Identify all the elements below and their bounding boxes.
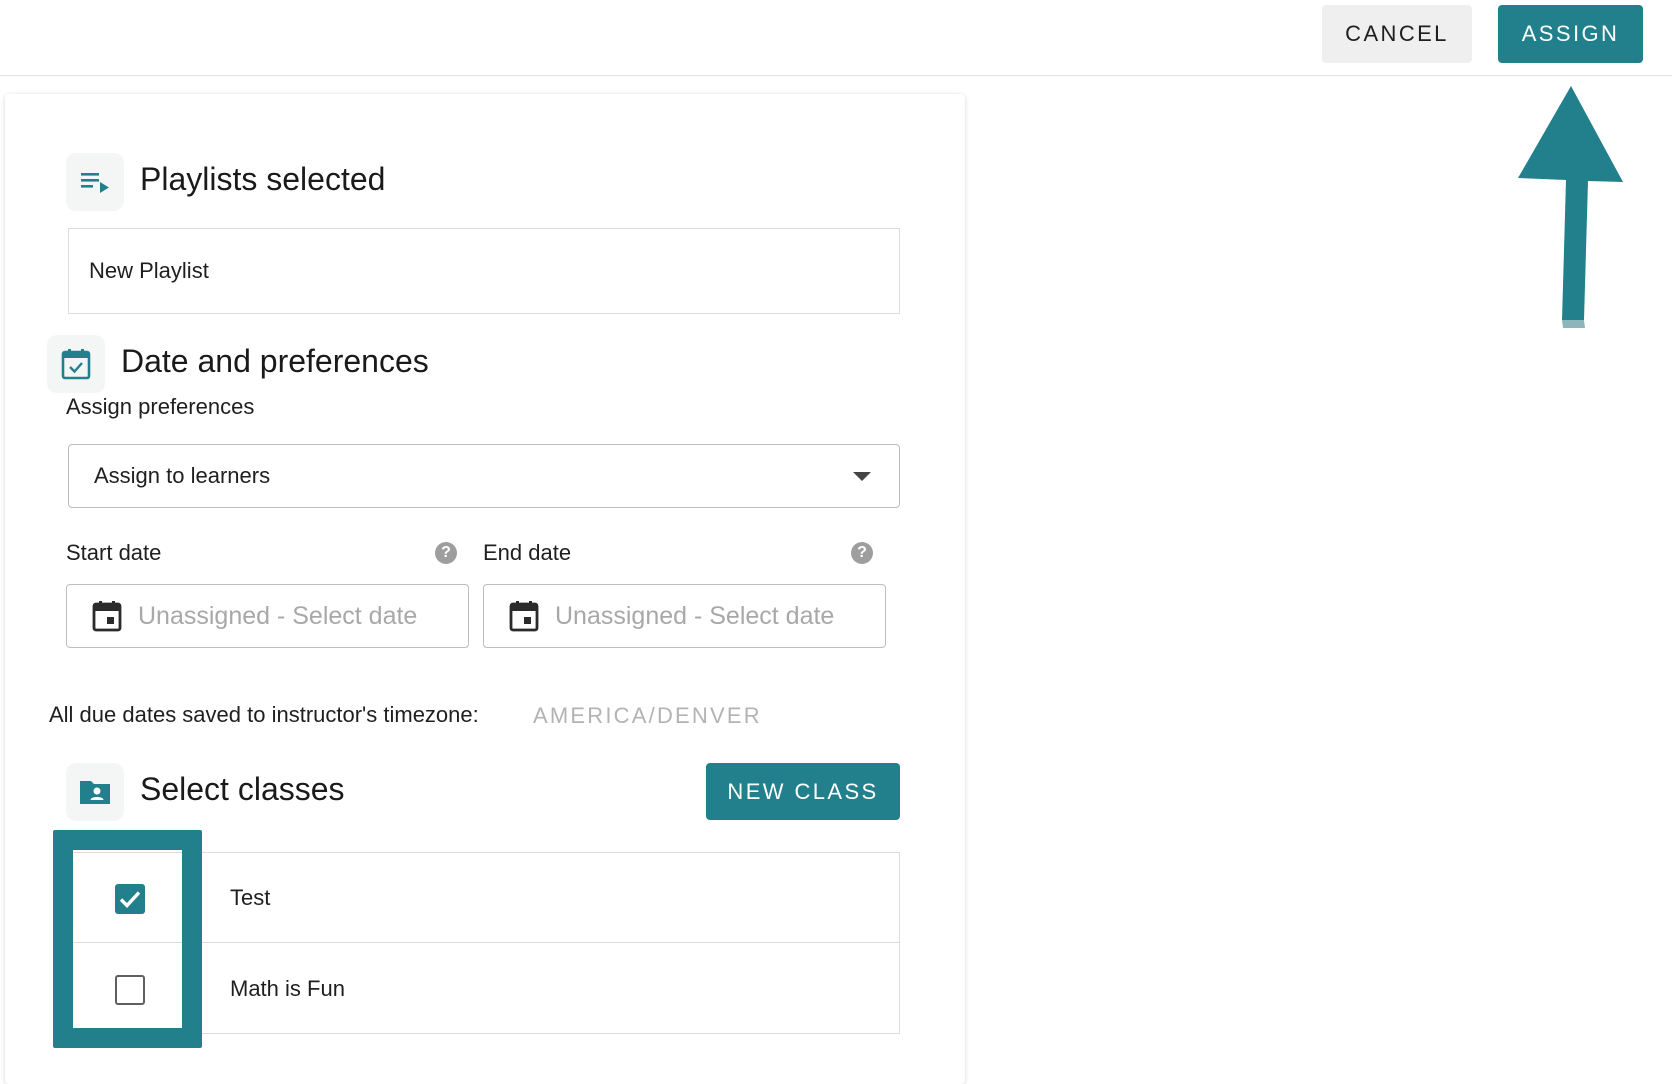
- class-row[interactable]: Math is Fun: [69, 944, 899, 1034]
- start-date-help-icon[interactable]: ?: [435, 542, 457, 564]
- calendar-icon: [92, 600, 122, 632]
- end-date-label: End date: [483, 540, 572, 565]
- end-date-placeholder: Unassigned - Select date: [555, 601, 835, 630]
- timezone-label: All due dates saved to instructor's time…: [49, 702, 479, 727]
- cancel-button[interactable]: CANCEL: [1322, 5, 1472, 63]
- calendar-icon: [509, 600, 539, 632]
- new-class-button[interactable]: NEW CLASS: [706, 763, 900, 820]
- annotation-arrow-icon: [1518, 86, 1623, 328]
- classes-section-title: Select classes: [140, 771, 345, 807]
- assign-button[interactable]: ASSIGN: [1498, 5, 1643, 63]
- folder-user-icon: [66, 763, 124, 821]
- start-date-label: Start date: [66, 540, 162, 565]
- assign-preferences-label: Assign preferences: [66, 394, 255, 419]
- class-row[interactable]: Test: [69, 853, 899, 943]
- end-date-input[interactable]: Unassigned - Select date: [483, 584, 886, 648]
- class-name: Test: [230, 885, 271, 910]
- chevron-down-icon: [853, 472, 871, 481]
- end-date-help-icon[interactable]: ?: [851, 542, 873, 564]
- class-list: Test Math is Fun: [68, 852, 900, 1034]
- checkmark-icon: [119, 891, 141, 908]
- playlists-section-title: Playlists selected: [140, 161, 386, 197]
- class-name: Math is Fun: [230, 976, 345, 1001]
- class-checkbox-unchecked[interactable]: [115, 975, 145, 1005]
- start-date-input[interactable]: Unassigned - Select date: [66, 584, 469, 648]
- start-date-placeholder: Unassigned - Select date: [138, 601, 418, 630]
- playlist-play-icon: [66, 153, 124, 211]
- playlist-list-item: New Playlist: [68, 228, 900, 314]
- assign-preferences-select[interactable]: Assign to learners: [68, 444, 900, 508]
- calendar-check-icon: [47, 335, 105, 393]
- timezone-value: AMERICA/DENVER: [533, 703, 762, 728]
- dates-section-title: Date and preferences: [121, 343, 429, 379]
- assign-preferences-value: Assign to learners: [94, 463, 271, 488]
- class-checkbox-checked[interactable]: [115, 884, 145, 914]
- top-action-bar: CANCEL ASSIGN: [0, 0, 1672, 76]
